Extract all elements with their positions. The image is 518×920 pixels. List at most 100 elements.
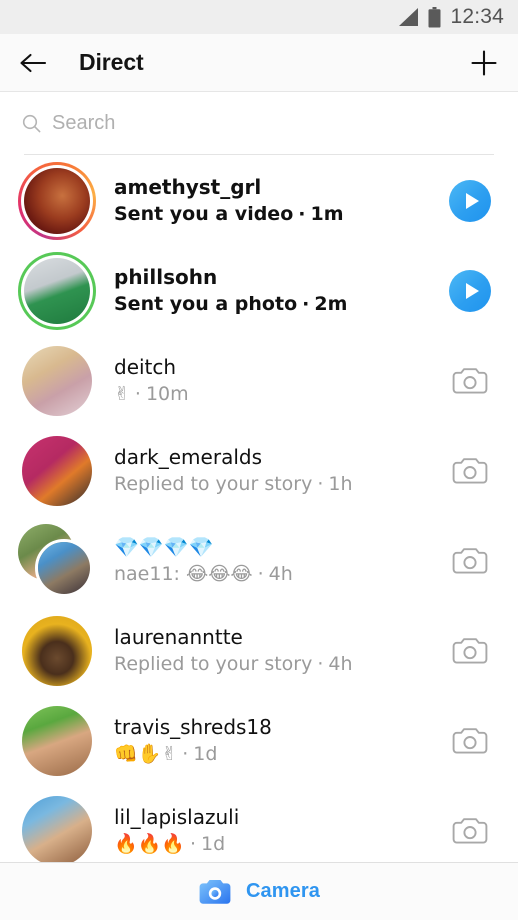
conversation-row[interactable]: amethyst_grl Sent you a video · 1m — [0, 156, 518, 246]
conversation-preview: Replied to your story · 4h — [114, 653, 442, 676]
camera-button[interactable] — [442, 353, 498, 409]
preview-separator: · — [317, 473, 324, 496]
conversation-timestamp: 1d — [201, 833, 226, 856]
avatar-primary — [22, 346, 92, 416]
new-message-button[interactable] — [458, 43, 498, 83]
conversation-row[interactable]: dark_emeralds Replied to your story · 1h — [0, 426, 518, 516]
conversation-username: deitch — [114, 356, 177, 380]
camera-bar[interactable]: Camera — [0, 862, 518, 920]
play-triangle — [465, 193, 479, 209]
conversation-username: phillsohn — [114, 266, 218, 290]
camera-button[interactable] — [442, 803, 498, 859]
conversation-text: 💎💎💎💎 nae11: 😂😂😂 · 4h — [114, 536, 442, 586]
avatar-primary — [22, 436, 92, 506]
avatar-photo — [38, 542, 90, 594]
conversation-row[interactable]: deitch ✌ · 10m — [0, 336, 518, 426]
avatar-primary — [24, 258, 90, 324]
camera-button[interactable] — [442, 713, 498, 769]
preview-text: Sent you a video — [114, 203, 294, 226]
conversation-row[interactable]: 💎💎💎💎 nae11: 😂😂😂 · 4h — [0, 516, 518, 606]
camera-button[interactable] — [442, 623, 498, 679]
avatar-photo — [22, 796, 92, 862]
preview-separator: · — [134, 383, 141, 406]
avatar[interactable] — [18, 432, 96, 510]
play-button-icon — [449, 270, 491, 312]
avatar[interactable] — [18, 522, 96, 600]
conversation-text: travis_shreds18 👊✋✌ · 1d — [114, 716, 442, 766]
play-button[interactable] — [442, 173, 498, 229]
conversation-preview: 👊✋✌ · 1d — [114, 743, 442, 766]
play-button-icon — [449, 180, 491, 222]
preview-text: Replied to your story — [114, 653, 313, 676]
preview-separator: · — [302, 293, 310, 316]
avatar-photo — [24, 168, 90, 234]
camera-button[interactable] — [442, 533, 498, 589]
avatar[interactable] — [18, 252, 96, 330]
conversation-timestamp: 1h — [328, 473, 353, 496]
avatar[interactable] — [18, 792, 96, 862]
avatar[interactable] — [18, 702, 96, 780]
avatar-photo — [22, 706, 92, 776]
avatar[interactable] — [18, 342, 96, 420]
camera-outline-icon — [452, 368, 488, 394]
avatar[interactable] — [18, 162, 96, 240]
conversation-preview: Sent you a photo · 2m — [114, 293, 442, 316]
battery-full-icon — [428, 6, 441, 27]
back-arrow-icon — [20, 53, 47, 72]
search-divider — [24, 154, 494, 155]
avatar-primary — [24, 168, 90, 234]
play-button[interactable] — [442, 263, 498, 319]
camera-outline-icon — [452, 818, 488, 844]
conversation-text: lil_lapislazuli 🔥🔥🔥 · 1d — [114, 806, 442, 856]
preview-text: ✌ — [114, 383, 130, 406]
conversation-list[interactable]: amethyst_grl Sent you a video · 1m phillsohn… — [0, 156, 518, 862]
conversation-row[interactable]: phillsohn Sent you a photo · 2m — [0, 246, 518, 336]
status-bar: 12:34 — [0, 0, 518, 34]
preview-text: 🔥🔥🔥 — [114, 833, 185, 856]
avatar[interactable] — [18, 612, 96, 690]
signal-bars-icon — [399, 8, 419, 26]
conversation-timestamp: 1d — [193, 743, 218, 766]
preview-text: Replied to your story — [114, 473, 313, 496]
conversation-preview: Sent you a video · 1m — [114, 203, 442, 226]
conversation-text: phillsohn Sent you a photo · 2m — [114, 266, 442, 316]
conversation-timestamp: 4h — [268, 563, 293, 586]
camera-button[interactable] — [442, 443, 498, 499]
conversation-preview: ✌ · 10m — [114, 383, 442, 406]
avatar-photo — [22, 616, 92, 686]
app-header: Direct — [0, 34, 518, 92]
conversation-username: amethyst_grl — [114, 176, 262, 200]
conversation-text: deitch ✌ · 10m — [114, 356, 442, 406]
status-time: 12:34 — [450, 5, 504, 28]
conversation-timestamp: 10m — [145, 383, 189, 406]
search-bar[interactable]: Search — [0, 92, 518, 154]
conversation-row[interactable]: travis_shreds18 👊✋✌ · 1d — [0, 696, 518, 786]
avatar-primary — [35, 539, 93, 597]
camera-outline-icon — [452, 548, 488, 574]
conversation-text: laurenanntte Replied to your story · 4h — [114, 626, 442, 676]
avatar-primary — [22, 706, 92, 776]
conversation-username: laurenanntte — [114, 626, 243, 650]
camera-outline-icon — [452, 638, 488, 664]
conversation-row[interactable]: lil_lapislazuli 🔥🔥🔥 · 1d — [0, 786, 518, 862]
conversation-row[interactable]: laurenanntte Replied to your story · 4h — [0, 606, 518, 696]
play-triangle — [465, 283, 479, 299]
preview-separator: · — [257, 563, 264, 586]
avatar-photo — [22, 346, 92, 416]
conversation-username: 💎💎💎💎 — [114, 536, 214, 560]
camera-outline-icon — [452, 458, 488, 484]
preview-separator: · — [317, 653, 324, 676]
conversation-timestamp: 1m — [310, 203, 344, 226]
conversation-timestamp: 4h — [328, 653, 353, 676]
avatar-primary — [22, 616, 92, 686]
search-icon — [22, 114, 41, 132]
camera-filled-icon — [199, 879, 231, 904]
back-button[interactable] — [18, 43, 58, 83]
conversation-preview: nae11: 😂😂😂 · 4h — [114, 563, 442, 586]
preview-text: 👊✋✌ — [114, 743, 178, 766]
conversation-preview: 🔥🔥🔥 · 1d — [114, 833, 442, 856]
preview-separator: · — [298, 203, 306, 226]
preview-text: Sent you a photo — [114, 293, 298, 316]
preview-text: nae11: 😂😂😂 — [114, 563, 253, 586]
conversation-username: dark_emeralds — [114, 446, 262, 470]
